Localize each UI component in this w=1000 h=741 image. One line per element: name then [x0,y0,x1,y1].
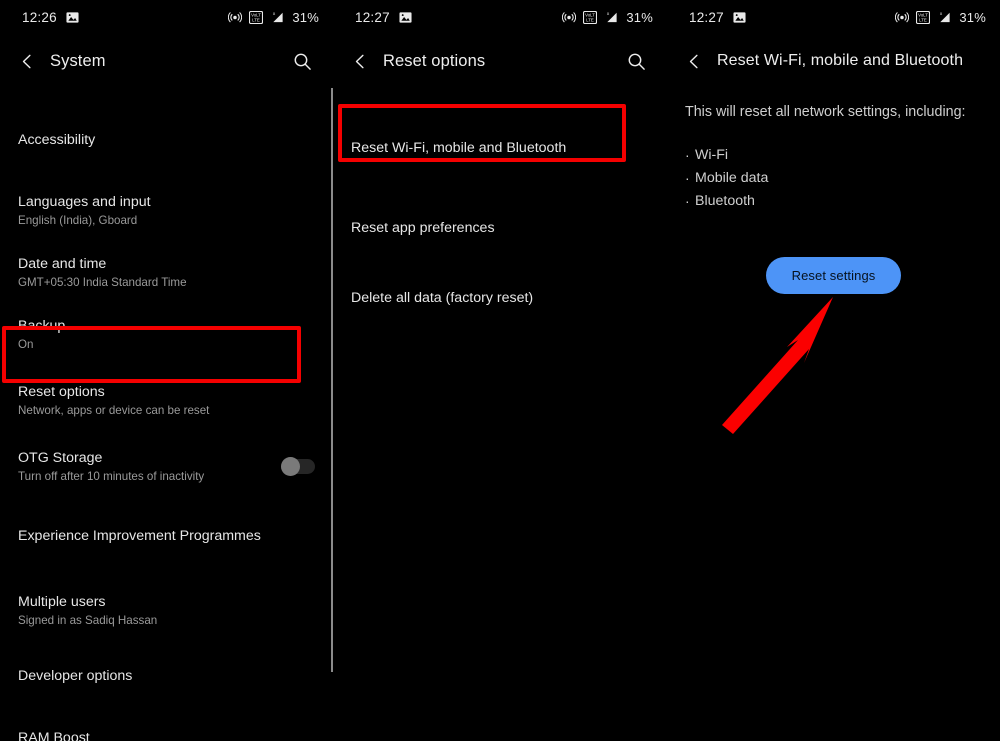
reset-settings-button[interactable]: Reset settings [765,257,902,294]
svg-text:LTE: LTE [253,17,261,22]
reset-description-block: This will reset all network settings, in… [667,88,1000,294]
status-bar-screen2: 12:27 VoLT LTE x 31% [333,0,667,34]
app-bar-screen3: Reset Wi-Fi, mobile and Bluetooth [667,34,1000,88]
svg-text:LTE: LTE [587,17,595,22]
list-item: · Wi-Fi [685,144,982,167]
list-item-accessibility[interactable]: Accessibility [0,120,333,160]
three-screenshot-composite: 12:26 VoLT LTE x 31% System Accessibilit… [0,0,1000,741]
screenshot-reset-options: 12:27 VoLT LTE x 31% Reset options Reset… [333,0,667,741]
svg-text:x: x [940,11,943,16]
list-item-reset-app-preferences[interactable]: Reset app preferences [333,208,667,248]
list-item-title: Developer options [18,668,133,684]
signal-icon: x [270,10,285,24]
bullet-dot-icon: · [685,147,690,163]
list-item-title: Reset options [18,383,105,400]
search-icon[interactable] [623,48,649,74]
toggle-knob [281,456,300,476]
status-time: 12:27 [689,9,724,25]
back-chevron-icon[interactable] [347,48,373,74]
hotspot-icon [895,10,910,24]
volte-icon: VoLT LTE [249,10,264,24]
panel-divider [331,88,333,672]
bullet-label: Wi-Fi [695,147,729,163]
list-item-title: Delete all data (factory reset) [351,290,534,306]
bullet-label: Mobile data [695,170,769,186]
back-chevron-icon[interactable] [681,48,707,74]
list-item: · Bluetooth [685,190,982,213]
list-item-subtitle: Signed in as Sadiq Hassan [18,613,158,627]
list-item-backup[interactable]: Backup On [0,314,333,354]
back-chevron-icon[interactable] [14,48,40,74]
list-item-reset-wifi-mobile-bluetooth[interactable]: Reset Wi-Fi, mobile and Bluetooth [333,128,667,168]
reset-items-list: · Wi-Fi · Mobile data · Bluetooth [685,144,982,213]
hotspot-icon [228,10,243,24]
app-bar-screen1: System [0,34,333,88]
list-item-title: Backup [18,317,66,334]
list-item-title: Experience Improvement Programmes [18,528,261,544]
volte-icon: VoLT LTE [916,10,931,24]
page-title: Reset Wi-Fi, mobile and Bluetooth [717,52,964,69]
list-item-languages-and-input[interactable]: Languages and input English (India), Gbo… [0,190,333,230]
list-item-delete-all-data-factory-reset[interactable]: Delete all data (factory reset) [333,278,667,318]
bullet-dot-icon: · [685,193,690,209]
list-item: · Mobile data [685,167,982,190]
list-item-title: Accessibility [18,132,96,148]
page-title: System [50,51,106,70]
image-icon [399,11,412,24]
status-bar-screen1: 12:26 VoLT LTE x 31% [0,0,333,34]
battery-percentage: 31% [626,9,653,25]
list-item-experience-improvement-programmes[interactable]: Experience Improvement Programmes [0,516,333,556]
settings-list-screen1: Accessibility Languages and input Englis… [0,88,333,741]
list-item-ram-boost[interactable]: RAM Boost Optimise RAM utilisation based… [0,726,333,741]
status-time: 12:27 [355,9,390,25]
volte-icon: VoLT LTE [583,10,598,24]
reset-description-lead: This will reset all network settings, in… [685,104,966,120]
list-item-subtitle: On [18,337,34,351]
battery-percentage: 31% [292,9,319,25]
list-item-title: Languages and input [18,193,151,210]
bullet-dot-icon: · [685,170,690,186]
otg-storage-toggle[interactable] [281,456,315,476]
status-bar-screen3: 12:27 VoLT LTE x 31% [667,0,1000,34]
signal-icon: x [937,10,952,24]
list-item-date-and-time[interactable]: Date and time GMT+05:30 India Standard T… [0,252,333,292]
list-item-title: Reset Wi-Fi, mobile and Bluetooth [351,140,567,156]
screenshot-reset-wifi-detail: 12:27 VoLT LTE x 31% Reset Wi-Fi, mobile… [667,0,1000,741]
image-icon [66,11,79,24]
search-icon[interactable] [289,48,315,74]
svg-text:x: x [273,11,276,16]
list-item-subtitle: Network, apps or device can be reset [18,403,210,417]
svg-text:LTE: LTE [920,17,928,22]
hotspot-icon [562,10,577,24]
list-item-otg-storage[interactable]: OTG Storage Turn off after 10 minutes of… [0,446,333,486]
battery-percentage: 31% [959,9,986,25]
page-title: Reset options [383,51,486,70]
settings-list-screen2: Reset Wi-Fi, mobile and Bluetooth Reset … [333,88,667,318]
list-item-subtitle: Turn off after 10 minutes of inactivity [18,469,205,483]
screenshot-system-settings: 12:26 VoLT LTE x 31% System Accessibilit… [0,0,333,741]
list-item-title: Reset app preferences [351,220,495,236]
bullet-label: Bluetooth [695,193,755,209]
list-item-reset-options[interactable]: Reset options Network, apps or device ca… [0,380,333,420]
svg-text:x: x [607,11,610,16]
list-item-subtitle: English (India), Gboard [18,213,138,227]
list-item-subtitle: GMT+05:30 India Standard Time [18,275,187,289]
list-item-developer-options[interactable]: Developer options [0,656,333,696]
image-icon [733,11,746,24]
list-item-title: Multiple users [18,593,106,610]
status-time: 12:26 [22,9,57,25]
list-item-title: OTG Storage [18,449,103,466]
list-item-multiple-users[interactable]: Multiple users Signed in as Sadiq Hassan [0,590,333,630]
app-bar-screen2: Reset options [333,34,667,88]
signal-icon: x [604,10,619,24]
list-item-title: RAM Boost [18,729,90,741]
list-item-title: Date and time [18,255,107,272]
